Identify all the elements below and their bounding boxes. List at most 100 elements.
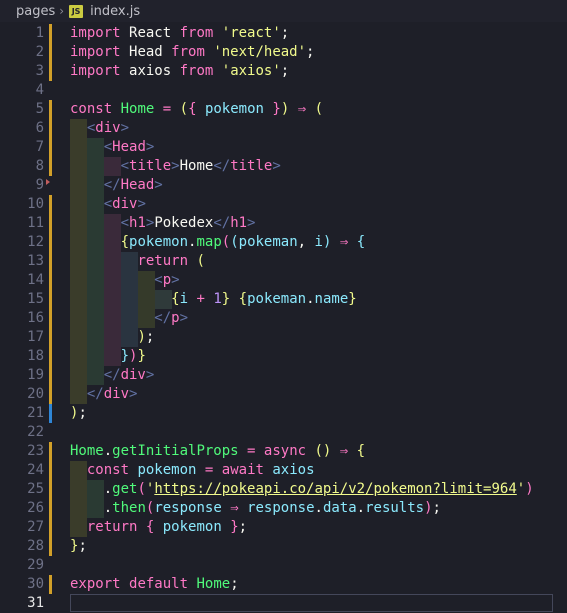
code-line[interactable]: 18 })} <box>0 347 567 366</box>
modified-line-marker <box>49 499 52 518</box>
code-text: </div> <box>86 386 138 402</box>
modified-line-marker <box>49 119 52 138</box>
code-text: const Home = ({ pokemon }) ⇒ ( <box>70 101 324 117</box>
line-number: 5 <box>35 101 44 117</box>
line-number: 16 <box>27 310 44 326</box>
line-number: 9 <box>35 177 44 193</box>
modified-line-marker <box>49 233 52 252</box>
modified-line-marker <box>49 138 52 157</box>
line-number: 15 <box>27 291 44 307</box>
code-line[interactable]: 27 return { pokemon }; <box>0 518 567 537</box>
code-text: <p> <box>154 272 180 288</box>
code-line[interactable]: 11 <h1>Pokedex</h1> <box>0 214 567 233</box>
code-line[interactable]: 24 const pokemon = await axios <box>0 461 567 480</box>
code-line[interactable]: 12 {pokemon.map((pokeman, i) ⇒ { <box>0 233 567 252</box>
code-text: .then(response ⇒ response.data.results); <box>70 500 441 516</box>
code-line[interactable]: 9 </Head> <box>0 176 567 195</box>
modified-line-marker <box>49 575 52 594</box>
breadcrumb-file[interactable]: index.js <box>90 4 140 19</box>
code-line[interactable]: 29 <box>0 556 567 575</box>
code-text: ); <box>70 405 87 421</box>
code-line[interactable]: 14 <p> <box>0 271 567 290</box>
code-line[interactable]: 10 <div> <box>0 195 567 214</box>
line-number: 12 <box>27 234 44 250</box>
line-number: 3 <box>35 63 44 79</box>
modified-line-marker <box>49 252 52 271</box>
code-line[interactable]: 23 Home.getInitialProps = async () ⇒ { <box>0 442 567 461</box>
code-line[interactable]: 5 const Home = ({ pokemon }) ⇒ ( <box>0 100 567 119</box>
code-text: {i + 1} {pokeman.name} <box>171 291 357 307</box>
code-text: <h1>Pokedex</h1> <box>120 215 256 231</box>
code-line[interactable]: 7 <Head> <box>0 138 567 157</box>
code-text: <div> <box>103 196 146 212</box>
code-line[interactable]: 6 <div> <box>0 119 567 138</box>
code-line[interactable]: 30 export default Home; <box>0 575 567 594</box>
code-line[interactable]: 2 import Head from 'next/head'; <box>0 43 567 62</box>
code-text: import axios from 'axios'; <box>70 63 290 79</box>
deleted-line-marker <box>46 179 50 185</box>
code-text: <div> <box>86 120 130 136</box>
modified-line-marker <box>49 328 52 347</box>
line-number: 22 <box>27 424 44 440</box>
code-line[interactable]: 3 import axios from 'axios'; <box>0 62 567 81</box>
code-text: import React from 'react'; <box>70 25 290 41</box>
line-number: 30 <box>27 576 44 592</box>
line-number: 10 <box>27 196 44 212</box>
code-text: const pokemon = await axios <box>86 462 315 478</box>
line-number: 14 <box>27 272 44 288</box>
line-number: 24 <box>27 462 44 478</box>
modified-line-marker <box>49 480 52 499</box>
code-text: ); <box>137 329 155 345</box>
code-line[interactable]: 4 <box>0 81 567 100</box>
code-line[interactable]: 17 ); <box>0 328 567 347</box>
code-line[interactable]: 20 </div> <box>0 385 567 404</box>
modified-line-marker <box>49 290 52 309</box>
modified-line-marker <box>49 271 52 290</box>
code-line[interactable]: 8 <title>Home</title> <box>0 157 567 176</box>
breadcrumb-folder[interactable]: pages <box>16 4 55 19</box>
code-text: }; <box>70 538 87 554</box>
line-number: 21 <box>27 405 44 421</box>
code-text: <title>Home</title> <box>120 158 281 174</box>
line-number: 4 <box>35 82 44 98</box>
code-line[interactable]: 31 <box>0 594 567 613</box>
cursor-line-marker <box>49 404 52 423</box>
modified-line-marker <box>49 347 52 366</box>
code-line[interactable]: 19 </div> <box>0 366 567 385</box>
code-line[interactable]: 21); <box>0 404 567 423</box>
code-line[interactable]: 1 import React from 'react'; <box>0 24 567 43</box>
breadcrumb: pages › JS index.js <box>0 0 567 22</box>
code-editor[interactable]: 1 import React from 'react'; 2 import Head … <box>0 22 567 613</box>
code-line[interactable]: 16 </p> <box>0 309 567 328</box>
modified-line-marker <box>49 62 52 81</box>
modified-line-marker <box>49 43 52 62</box>
code-line[interactable]: 25 .get('https://pokeapi.co/api/v2/pokem… <box>0 480 567 499</box>
modified-line-marker <box>49 309 52 328</box>
code-line[interactable]: 15 {i + 1} {pokeman.name} <box>0 290 567 309</box>
code-text: </p> <box>154 310 189 326</box>
line-number: 13 <box>27 253 44 269</box>
line-number: 31 <box>27 595 44 611</box>
line-number: 2 <box>35 44 44 60</box>
line-number: 27 <box>27 519 44 535</box>
modified-line-marker <box>49 100 52 119</box>
chevron-right-icon: › <box>59 4 65 18</box>
line-number: 20 <box>27 386 44 402</box>
code-text: })} <box>120 348 146 364</box>
modified-line-marker <box>49 461 52 480</box>
modified-line-marker <box>49 537 52 556</box>
line-number: 6 <box>35 120 44 136</box>
modified-line-marker <box>49 195 52 214</box>
code-line[interactable]: 13 return ( <box>0 252 567 271</box>
code-text: <Head> <box>103 139 155 155</box>
code-text: export default Home; <box>70 576 239 592</box>
modified-line-marker <box>49 24 52 43</box>
modified-line-marker <box>49 157 52 176</box>
javascript-file-icon: JS <box>69 4 84 18</box>
code-line[interactable]: 28}; <box>0 537 567 556</box>
code-line[interactable]: 22 <box>0 423 567 442</box>
modified-line-marker <box>49 214 52 233</box>
modified-line-marker <box>49 385 52 404</box>
line-number: 25 <box>27 481 44 497</box>
code-line[interactable]: 26 .then(response ⇒ response.data.result… <box>0 499 567 518</box>
